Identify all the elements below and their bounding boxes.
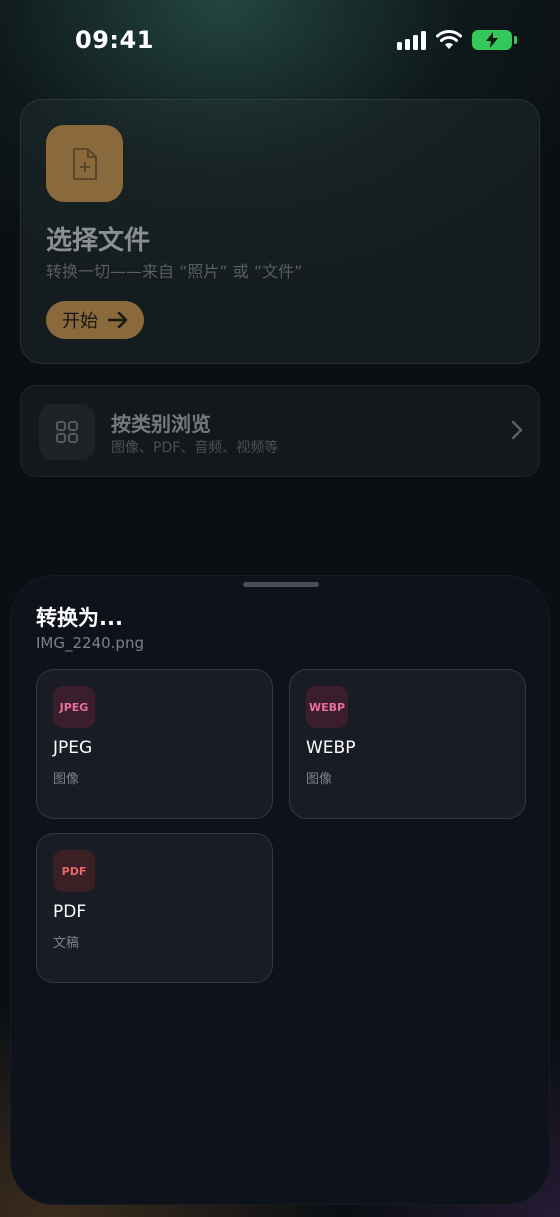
grid-icon — [39, 404, 95, 460]
sheet-filename: IMG_2240.png — [36, 634, 144, 652]
format-badge: JPEG — [53, 686, 95, 728]
status-time: 09:41 — [75, 26, 154, 54]
card-title: 选择文件 — [46, 226, 151, 256]
battery-charging-icon — [472, 30, 517, 50]
file-plus-icon — [46, 125, 123, 202]
card-subtitle: 转换一切——来自 “照片” 或 “文件” — [46, 262, 303, 281]
format-category: 文稿 — [53, 936, 80, 951]
status-bar: 09:41 — [0, 0, 560, 80]
wifi-icon — [436, 30, 462, 49]
format-category: 图像 — [53, 772, 80, 787]
status-icons — [397, 30, 517, 50]
sheet-grabber[interactable] — [243, 582, 319, 587]
arrow-right-icon — [108, 312, 128, 328]
start-label: 开始 — [62, 311, 98, 332]
cellular-signal-icon — [397, 30, 426, 50]
format-category: 图像 — [306, 772, 333, 787]
browse-by-category-card[interactable]: 按类别浏览 图像、PDF、音频、视频等 — [20, 385, 540, 477]
browse-title: 按类别浏览 — [111, 412, 211, 436]
convert-to-sheet: 转换为... IMG_2240.png JPEG JPEG 图像 WEBP WE… — [10, 575, 550, 1205]
format-name: JPEG — [53, 738, 93, 758]
sheet-title: 转换为... — [36, 606, 123, 630]
format-badge: WEBP — [306, 686, 348, 728]
format-option-pdf[interactable]: PDF PDF 文稿 — [36, 833, 273, 983]
format-name: WEBP — [306, 738, 356, 758]
browse-subtitle: 图像、PDF、音频、视频等 — [111, 440, 279, 456]
select-file-card[interactable]: 选择文件 转换一切——来自 “照片” 或 “文件” 开始 — [20, 99, 540, 364]
format-option-webp[interactable]: WEBP WEBP 图像 — [289, 669, 526, 819]
format-option-jpeg[interactable]: JPEG JPEG 图像 — [36, 669, 273, 819]
chevron-right-icon — [511, 420, 523, 440]
format-badge: PDF — [53, 850, 95, 892]
start-button[interactable]: 开始 — [46, 301, 144, 339]
format-name: PDF — [53, 902, 87, 922]
